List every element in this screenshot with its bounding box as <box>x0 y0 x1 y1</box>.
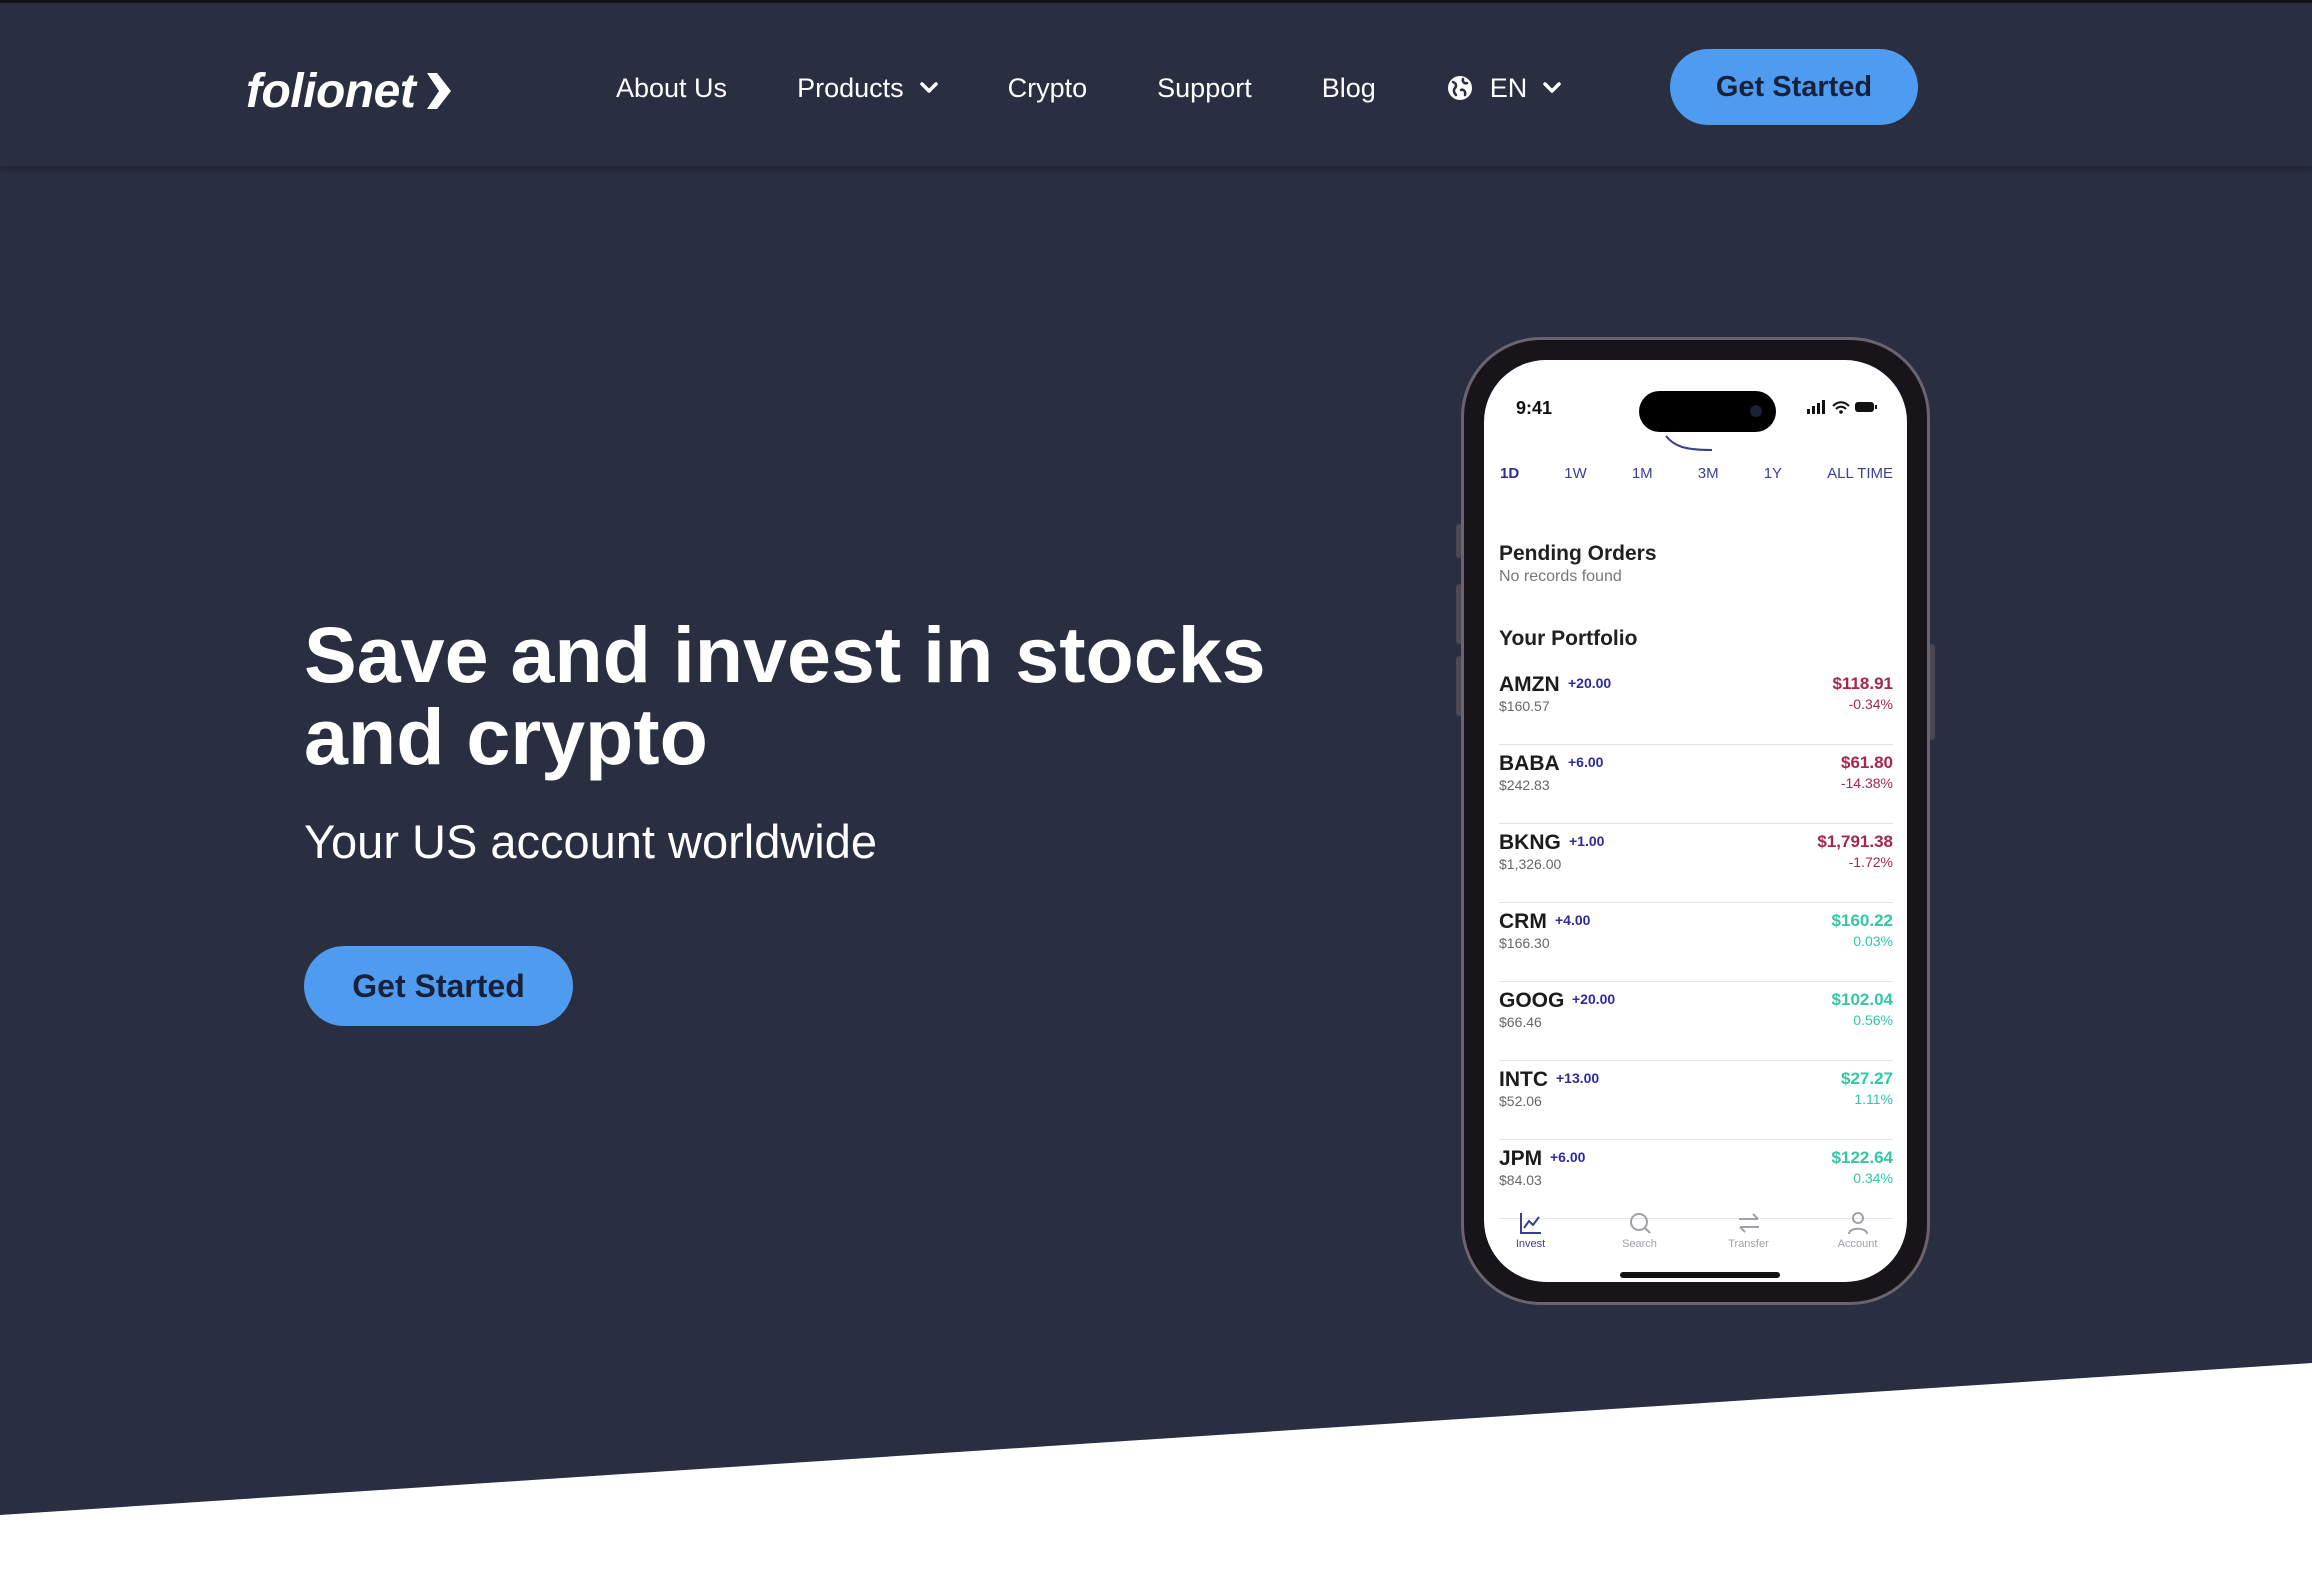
holding-price: $160.22 <box>1831 911 1893 930</box>
tab-search[interactable]: Search <box>1600 1210 1680 1274</box>
chevron-down-icon <box>919 82 938 93</box>
holding-symbol: AMZN <box>1499 673 1560 696</box>
holding-row[interactable]: GOOG +20.00 $66.46 $102.04 0.56% <box>1499 982 1893 1061</box>
tab-account[interactable]: Account <box>1818 1210 1898 1274</box>
holding-cost: $166.30 <box>1499 935 1550 951</box>
account-icon <box>1847 1212 1868 1235</box>
nav-label: Products <box>797 72 904 103</box>
logo[interactable]: folionet <box>246 61 453 121</box>
holding-cost: $242.83 <box>1499 777 1550 793</box>
tab-label: Invest <box>1515 1238 1546 1250</box>
phone-tabbar: Invest Search Transfer Account <box>1476 1210 1912 1274</box>
hero-get-started-button[interactable]: Get Started <box>304 946 573 1026</box>
chart-line-fragment <box>1665 435 1713 451</box>
holding-price: $102.04 <box>1831 990 1893 1009</box>
hero-headline: Save and invest in stocks and crypto <box>304 610 1266 781</box>
nav-blog[interactable]: Blog <box>1322 73 1376 104</box>
holding-price: $118.91 <box>1832 674 1893 693</box>
holding-change: +1.00 <box>1569 833 1605 849</box>
range-tab-1d[interactable]: 1D <box>1500 465 1519 482</box>
holding-price: $1,791.38 <box>1817 832 1893 851</box>
holding-percent: 0.56% <box>1853 1012 1893 1028</box>
navbar: folionet About Us Products Crypto Suppor… <box>0 0 2312 166</box>
holding-percent: 0.34% <box>1853 1170 1893 1186</box>
range-tab-1w[interactable]: 1W <box>1564 465 1587 482</box>
globe-icon <box>1447 76 1472 100</box>
nav-support[interactable]: Support <box>1157 73 1252 104</box>
tab-label: Account <box>1837 1238 1878 1250</box>
holding-percent: -0.34% <box>1848 696 1893 712</box>
nav-crypto[interactable]: Crypto <box>1008 73 1088 104</box>
range-tab-3m[interactable]: 3M <box>1698 465 1719 482</box>
holding-percent: -1.72% <box>1848 854 1893 870</box>
holding-percent: -14.38% <box>1840 775 1893 791</box>
holding-symbol: CRM <box>1499 910 1547 933</box>
holding-change: +6.00 <box>1568 754 1604 770</box>
holding-symbol: BABA <box>1499 752 1560 775</box>
holding-change: +20.00 <box>1568 675 1612 691</box>
pending-orders-title: Pending Orders <box>1499 542 1657 565</box>
holding-cost: $66.46 <box>1499 1014 1542 1030</box>
holding-cost: $160.57 <box>1499 698 1550 714</box>
nav-label: Crypto <box>1007 72 1088 103</box>
holding-percent: 0.03% <box>1853 933 1893 949</box>
holding-cost: $84.03 <box>1499 1172 1542 1188</box>
nav-label: Blog <box>1321 72 1376 103</box>
nav-about-us[interactable]: About Us <box>616 73 727 104</box>
holding-price: $27.27 <box>1841 1069 1893 1088</box>
portfolio-list: AMZN +20.00 $160.57 $118.91 -0.34% BABA +6.00 $… <box>1499 666 1893 1219</box>
holding-row[interactable]: CRM +4.00 $166.30 $160.22 0.03% <box>1499 903 1893 982</box>
holding-percent: 1.11% <box>1854 1091 1893 1107</box>
holding-row[interactable]: BABA +6.00 $242.83 $61.80 -14.38% <box>1499 745 1893 824</box>
hero-subheadline: Your US account worldwide <box>304 815 878 868</box>
transfer-icon <box>1738 1213 1759 1233</box>
main-nav: About Us Products Crypto Support Blog EN <box>616 65 1562 111</box>
nav-get-started-button[interactable]: Get Started <box>1670 49 1918 125</box>
holding-change: +13.00 <box>1556 1070 1600 1086</box>
dynamic-island <box>1639 391 1776 432</box>
pending-orders-empty: No records found <box>1499 568 1622 585</box>
holding-cost: $1,326.00 <box>1499 856 1562 872</box>
holding-cost: $52.06 <box>1499 1093 1542 1109</box>
holding-symbol: BKNG <box>1499 831 1561 854</box>
range-tab-1y[interactable]: 1Y <box>1764 465 1782 482</box>
language-selector[interactable]: EN <box>1446 73 1562 104</box>
tab-transfer[interactable]: Transfer <box>1709 1210 1789 1274</box>
hero-background <box>0 0 2312 1515</box>
portfolio-title: Your Portfolio <box>1499 627 1638 650</box>
language-label: EN <box>1489 72 1528 103</box>
tab-label: Search <box>1622 1238 1657 1250</box>
holding-symbol: JPM <box>1499 1147 1543 1170</box>
tab-invest[interactable]: Invest <box>1491 1210 1571 1274</box>
nav-label: Support <box>1157 72 1252 103</box>
tab-label: Transfer <box>1728 1238 1769 1250</box>
search-icon <box>1629 1213 1651 1234</box>
range-tab-all-time[interactable]: ALL TIME <box>1827 465 1893 482</box>
status-icons <box>1807 400 1877 414</box>
range-tab-1m[interactable]: 1M <box>1632 465 1653 482</box>
holding-symbol: GOOG <box>1499 989 1565 1012</box>
holding-symbol: INTC <box>1499 1068 1548 1091</box>
chevron-down-icon <box>1543 82 1562 93</box>
holding-change: +4.00 <box>1555 912 1591 928</box>
logo-chevron-icon <box>427 73 452 109</box>
status-time: 9:41 <box>1516 398 1553 418</box>
chart-icon <box>1519 1213 1541 1234</box>
holding-row[interactable]: JPM +6.00 $84.03 $122.64 0.34% <box>1499 1140 1893 1219</box>
holding-row[interactable]: AMZN +20.00 $160.57 $118.91 -0.34% <box>1499 666 1893 745</box>
nav-label: About Us <box>616 72 728 103</box>
holding-row[interactable]: BKNG +1.00 $1,326.00 $1,791.38 -1.72% <box>1499 824 1893 903</box>
holding-price: $61.80 <box>1841 753 1893 772</box>
camera-icon <box>1750 405 1762 417</box>
nav-products[interactable]: Products <box>797 73 938 104</box>
brand-name: folionet <box>246 64 416 118</box>
holding-change: +20.00 <box>1572 991 1616 1007</box>
home-indicator <box>1620 1272 1780 1278</box>
range-tabs: 1D 1W 1M 3M 1Y ALL TIME <box>1500 465 1893 482</box>
holding-price: $122.64 <box>1831 1148 1893 1167</box>
holding-change: +6.00 <box>1550 1149 1586 1165</box>
holding-row[interactable]: INTC +13.00 $52.06 $27.27 1.11% <box>1499 1061 1893 1140</box>
